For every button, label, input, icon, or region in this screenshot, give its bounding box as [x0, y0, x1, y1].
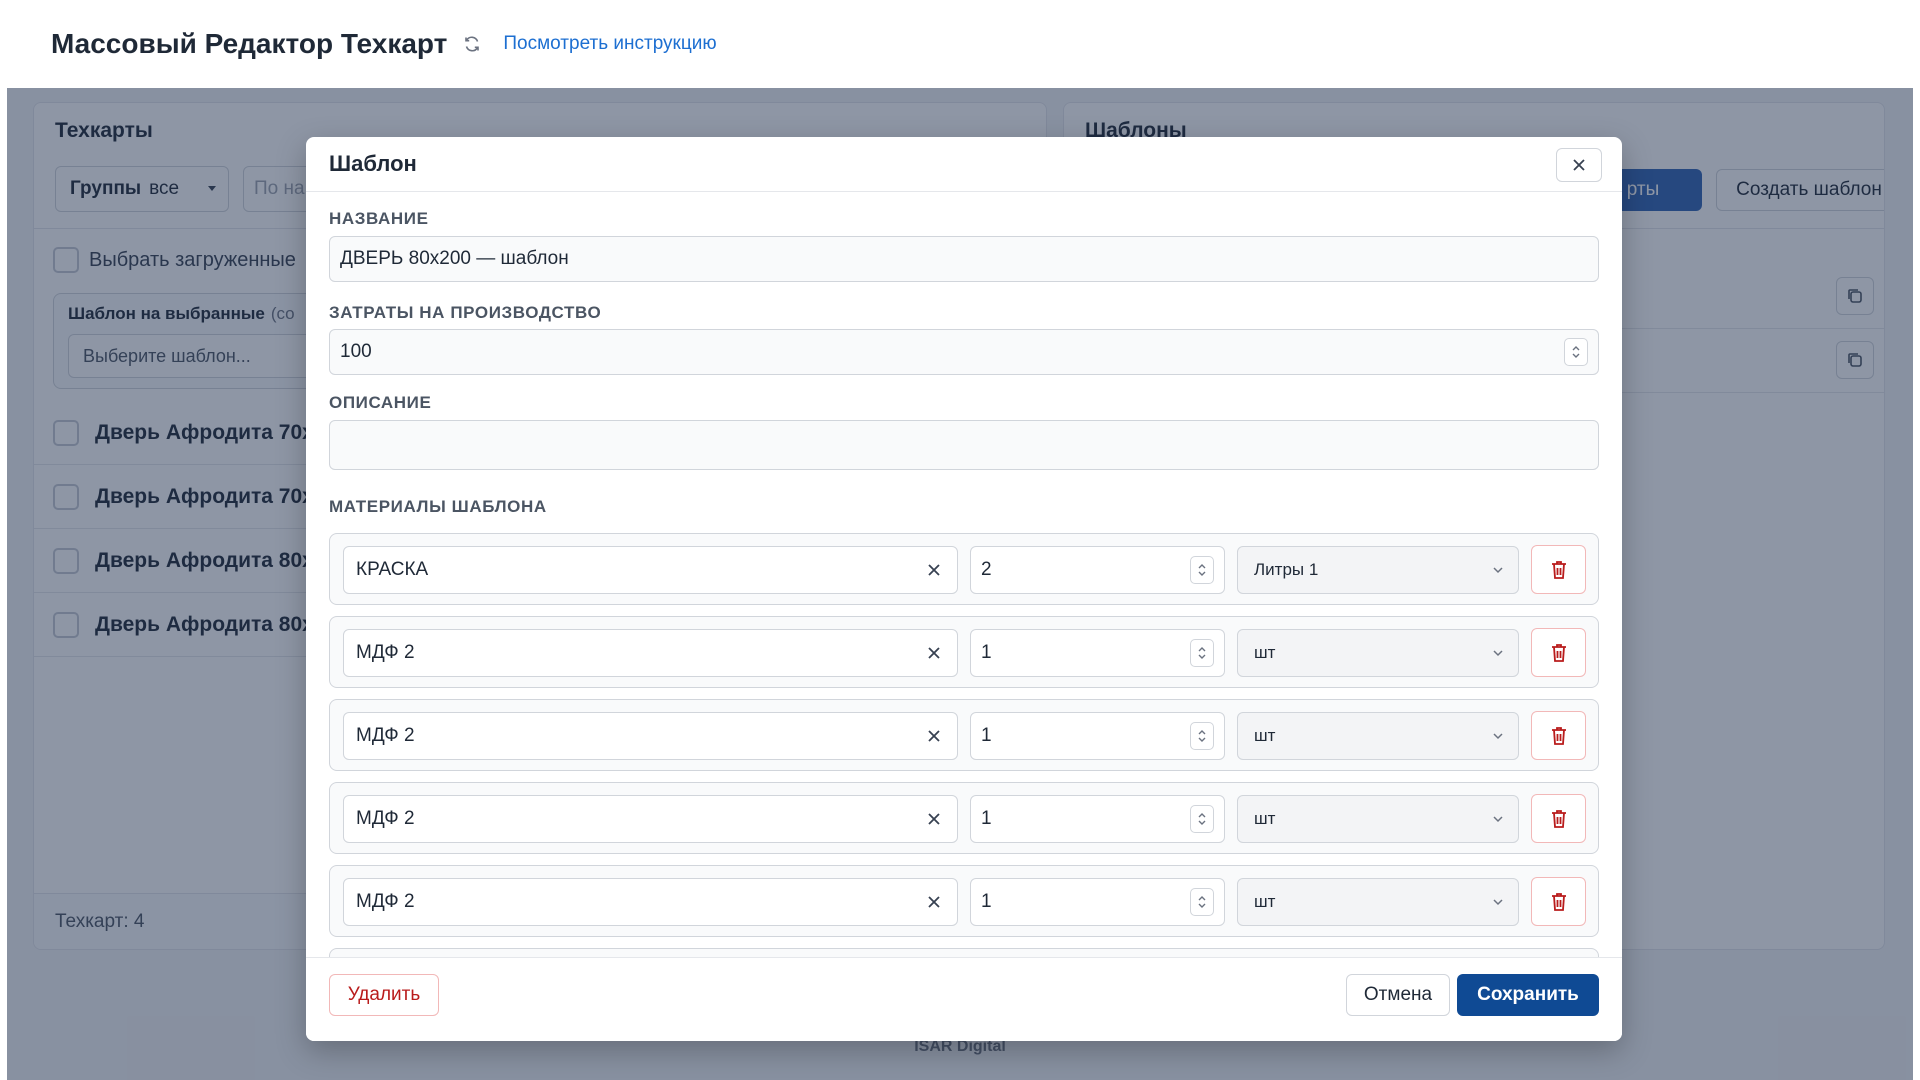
delete-template-button[interactable]: Удалить	[329, 974, 439, 1016]
material-unit-select[interactable]: Литры 1	[1237, 546, 1519, 594]
material-row: КРАСКА 2 Литры 1	[329, 533, 1599, 605]
material-name: МДФ 2	[356, 891, 415, 912]
material-qty: 1	[981, 891, 992, 912]
close-icon	[1573, 159, 1585, 171]
save-button[interactable]: Сохранить	[1457, 974, 1599, 1016]
modal-footer: Удалить Отмена Сохранить	[306, 957, 1622, 1041]
modal-header: Шаблон	[306, 137, 1622, 192]
material-unit-select[interactable]: шт	[1237, 878, 1519, 926]
material-qty-input[interactable]: 1	[970, 712, 1225, 760]
clear-icon[interactable]	[925, 644, 943, 662]
refresh-icon[interactable]	[463, 35, 481, 53]
number-spinner-icon[interactable]	[1564, 338, 1588, 366]
material-qty: 1	[981, 725, 992, 746]
delete-material-button[interactable]	[1531, 628, 1586, 677]
clear-icon[interactable]	[925, 727, 943, 745]
name-input[interactable]: ДВЕРЬ 80x200 — шаблон	[329, 236, 1599, 282]
cancel-button[interactable]: Отмена	[1346, 974, 1450, 1016]
number-spinner-icon[interactable]	[1190, 722, 1214, 750]
material-qty-input[interactable]: 2	[970, 546, 1225, 594]
clear-icon[interactable]	[925, 893, 943, 911]
material-row: МДФ 2 1 шт	[329, 616, 1599, 688]
chevron-down-icon	[1493, 650, 1503, 657]
delete-material-button[interactable]	[1531, 877, 1586, 926]
material-row: МДФ 2 1 шт	[329, 699, 1599, 771]
material-unit: шт	[1254, 809, 1276, 828]
material-qty: 1	[981, 808, 992, 829]
material-qty-input[interactable]: 1	[970, 629, 1225, 677]
material-name-input[interactable]: МДФ 2	[343, 795, 958, 843]
chevron-down-icon	[1493, 567, 1503, 574]
material-unit: Литры 1	[1254, 560, 1319, 579]
material-unit-select[interactable]: шт	[1237, 629, 1519, 677]
trash-icon	[1551, 726, 1566, 745]
number-spinner-icon[interactable]	[1190, 639, 1214, 667]
page-header: Массовый Редактор Техкарт Посмотреть инс…	[0, 0, 1920, 88]
material-row: МДФ 2 1 шт	[329, 865, 1599, 937]
material-name-input[interactable]: МДФ 2	[343, 629, 958, 677]
material-name: МДФ 2	[356, 642, 415, 663]
material-unit: шт	[1254, 643, 1276, 662]
delete-material-button[interactable]	[1531, 794, 1586, 843]
material-qty: 1	[981, 642, 992, 663]
description-input[interactable]	[329, 420, 1599, 470]
name-label: Название	[329, 209, 429, 228]
template-modal: Шаблон Название ДВЕРЬ 80x200 — шаблон За…	[306, 137, 1622, 1041]
chevron-down-icon	[1493, 899, 1503, 906]
trash-icon	[1551, 560, 1566, 579]
material-unit: шт	[1254, 726, 1276, 745]
number-spinner-icon[interactable]	[1190, 805, 1214, 833]
material-unit-select[interactable]: шт	[1237, 795, 1519, 843]
trash-icon	[1551, 643, 1566, 662]
description-label: Описание	[329, 393, 432, 412]
material-name: МДФ 2	[356, 808, 415, 829]
trash-icon	[1551, 892, 1566, 911]
material-name: КРАСКА	[356, 559, 429, 580]
chevron-down-icon	[1493, 733, 1503, 740]
material-unit-select[interactable]: шт	[1237, 712, 1519, 760]
material-qty: 2	[981, 559, 992, 580]
material-name-input[interactable]: МДФ 2	[343, 878, 958, 926]
cost-input[interactable]: 100	[329, 329, 1599, 375]
delete-material-button[interactable]	[1531, 545, 1586, 594]
help-link[interactable]: Посмотреть инструкцию	[503, 33, 716, 55]
material-qty-input[interactable]: 1	[970, 795, 1225, 843]
material-name-input[interactable]: МДФ 2	[343, 712, 958, 760]
delete-material-button[interactable]	[1531, 711, 1586, 760]
clear-icon[interactable]	[925, 561, 943, 579]
material-row-partial	[329, 948, 1599, 957]
cost-label: Затраты на производство	[329, 303, 602, 322]
material-row: МДФ 2 1 шт	[329, 782, 1599, 854]
material-name: МДФ 2	[356, 725, 415, 746]
number-spinner-icon[interactable]	[1190, 888, 1214, 916]
material-qty-input[interactable]: 1	[970, 878, 1225, 926]
modal-body[interactable]: Название ДВЕРЬ 80x200 — шаблон Затраты н…	[306, 193, 1622, 957]
trash-icon	[1551, 809, 1566, 828]
chevron-down-icon	[1493, 816, 1503, 823]
modal-title: Шаблон	[329, 151, 417, 176]
cost-value: 100	[340, 341, 372, 362]
material-name-input[interactable]: КРАСКА	[343, 546, 958, 594]
clear-icon[interactable]	[925, 810, 943, 828]
material-unit: шт	[1254, 892, 1276, 911]
close-button[interactable]	[1556, 148, 1602, 182]
materials-label: Материалы шаблона	[329, 497, 547, 516]
number-spinner-icon[interactable]	[1190, 556, 1214, 584]
page-title: Массовый Редактор Техкарт	[51, 28, 448, 59]
